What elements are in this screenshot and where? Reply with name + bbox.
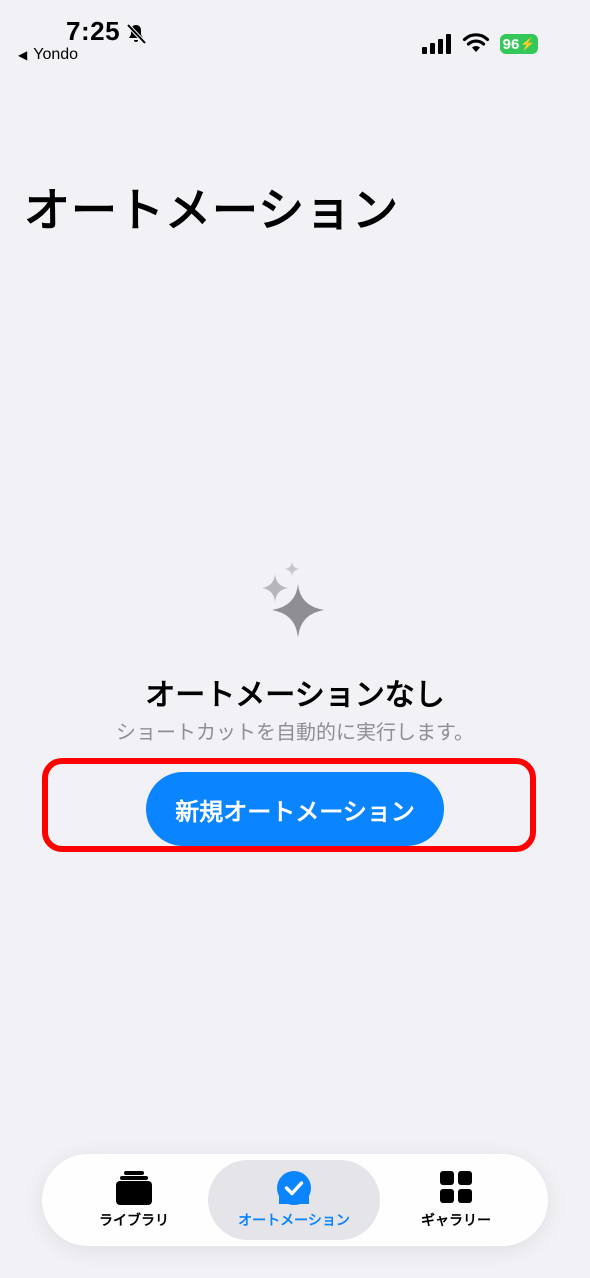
- status-time: 7:25: [66, 16, 121, 46]
- new-automation-button[interactable]: 新規オートメーション: [146, 772, 444, 846]
- empty-state-subtitle: ショートカットを自動的に実行します。: [116, 720, 474, 744]
- wifi-icon: [462, 33, 490, 52]
- library-stack-icon: [116, 1171, 152, 1205]
- back-to-app-button[interactable]: ◀ Yondo: [18, 46, 78, 64]
- charging-bolt-icon: ⚡: [520, 37, 536, 51]
- tab-automation-label: オートメーション: [238, 1213, 350, 1229]
- back-triangle-icon: ◀: [18, 48, 28, 62]
- tab-bar: ライブラリ オートメーション ギャラリー: [42, 1154, 548, 1246]
- battery-level: 96: [502, 35, 520, 53]
- back-app-label: Yondo: [33, 46, 79, 63]
- sparkles-icon: [262, 562, 324, 638]
- battery-indicator: 96 ⚡: [500, 34, 538, 54]
- cellular-signal-icon: [422, 34, 451, 54]
- tab-library-label: ライブラリ: [99, 1213, 169, 1229]
- gallery-grid-icon: [440, 1171, 472, 1203]
- tab-automation[interactable]: オートメーション: [208, 1160, 380, 1240]
- tab-gallery-label: ギャラリー: [421, 1213, 491, 1229]
- empty-state-title: オートメーションなし: [145, 678, 445, 713]
- bell-slash-icon: [126, 23, 147, 45]
- tab-library[interactable]: ライブラリ: [82, 1160, 186, 1240]
- automation-check-icon: [277, 1171, 311, 1205]
- tab-gallery[interactable]: ギャラリー: [404, 1160, 508, 1240]
- page-title: オートメーション: [24, 183, 400, 237]
